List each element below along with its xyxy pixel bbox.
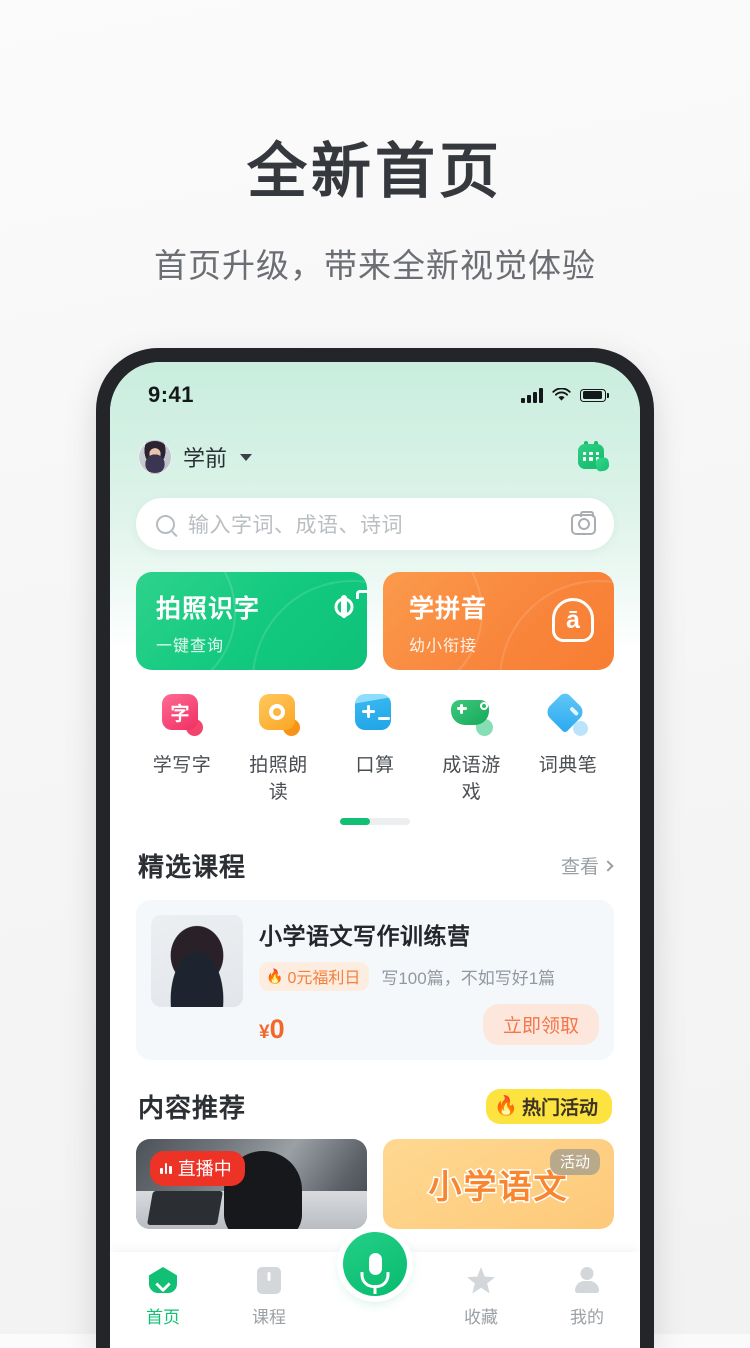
tab-label: 首页	[146, 1308, 180, 1327]
course-footer: ¥0 立即领取	[259, 1004, 599, 1045]
course-info: 小学语文写作训练营 🔥 0元福利日 写100篇，不如写好1篇 ¥0 立即领取	[259, 915, 599, 1045]
battery-icon	[580, 388, 609, 402]
gamepad-icon	[449, 694, 495, 740]
status-time: 9:41	[148, 382, 195, 407]
phone-mockup: 9:41 学前 输入字词、成语、诗词 拍照识字 一键查询 学拼音 幼小衔接 ā …	[96, 348, 654, 1348]
search-icon	[156, 514, 175, 534]
banner-learn-pinyin[interactable]: 学拼音 幼小衔接 ā	[383, 572, 614, 670]
course-description: 写100篇，不如写好1篇	[381, 969, 556, 988]
price-symbol: ¥	[259, 1022, 270, 1043]
quick-entry-label: 词典笔	[538, 755, 598, 776]
course-meta-row: 🔥 0元福利日 写100篇，不如写好1篇	[259, 962, 599, 991]
page-subtitle: 首页升级，带来全新视觉体验	[154, 247, 596, 284]
section-title: 内容推荐	[138, 1093, 247, 1123]
course-title: 小学语文写作训练营	[259, 923, 471, 949]
price-value: 0	[269, 1014, 285, 1044]
microphone-button[interactable]	[343, 1232, 407, 1296]
app-top-bar: 学前	[110, 418, 640, 474]
character-write-icon: 字	[159, 694, 205, 740]
section-title: 精选课程	[138, 852, 247, 882]
grade-label: 学前	[183, 446, 228, 471]
tab-courses[interactable]: 课程	[216, 1266, 322, 1328]
welfare-badge: 🔥 0元福利日	[259, 962, 370, 991]
quick-entry-label: 拍照朗读	[249, 755, 308, 803]
camera-icon	[341, 595, 347, 618]
status-icons	[521, 388, 609, 403]
photo-read-icon	[256, 694, 302, 740]
mental-math-icon	[352, 694, 398, 740]
content-card-activity[interactable]: 小学语文 活动	[383, 1139, 614, 1229]
microphone-icon	[368, 1253, 382, 1275]
quick-entry-pager[interactable]	[340, 818, 410, 825]
content-recommend-header: 内容推荐 🔥 热门活动	[138, 1088, 612, 1125]
quick-entry-photo-read[interactable]: 拍照朗读	[241, 694, 317, 804]
welfare-badge-label: 0元福利日	[287, 970, 361, 987]
content-card-live[interactable]: 直播中	[136, 1139, 367, 1229]
course-card[interactable]: 小学语文写作训练营 🔥 0元福利日 写100篇，不如写好1篇 ¥0 立即领取	[136, 900, 614, 1060]
quick-entry-label: 成语游戏	[442, 755, 501, 803]
quick-entry-label: 口算	[355, 755, 395, 776]
tab-favorites[interactable]: 收藏	[428, 1266, 534, 1328]
calendar-check-icon[interactable]	[576, 440, 610, 474]
wifi-icon	[552, 388, 571, 401]
live-badge-label: 直播中	[177, 1159, 232, 1179]
tab-label: 课程	[252, 1308, 286, 1327]
view-more-label: 查看	[560, 857, 599, 878]
claim-button[interactable]: 立即领取	[482, 1004, 599, 1045]
home-icon	[148, 1267, 178, 1297]
hot-activity-badge[interactable]: 🔥 热门活动	[486, 1089, 612, 1124]
person-icon	[572, 1267, 602, 1297]
view-more-link[interactable]: 查看	[560, 852, 614, 879]
content-card-row: 直播中 小学语文 活动	[136, 1139, 614, 1229]
star-icon	[466, 1267, 496, 1297]
tab-label: 我的	[570, 1308, 604, 1327]
avatar[interactable]	[138, 440, 172, 474]
tab-label: 收藏	[464, 1308, 498, 1327]
promo-header: 全新首页 首页升级，带来全新视觉体验	[0, 0, 750, 287]
dictionary-pen-icon	[543, 690, 591, 740]
pinyin-glyph: ā	[552, 598, 594, 642]
chevron-down-icon[interactable]	[240, 453, 253, 461]
quick-entry-row: 字 学写字 拍照朗读 口算 成语游戏 词典笔	[144, 690, 606, 804]
quick-entry-idiom-game[interactable]: 成语游戏	[434, 694, 510, 804]
page-title: 全新首页	[247, 138, 503, 205]
flame-icon: 🔥	[266, 968, 284, 984]
phone-frame: 9:41 学前 输入字词、成语、诗词 拍照识字 一键查询 学拼音 幼小衔接 ā …	[96, 348, 654, 1348]
tab-profile[interactable]: 我的	[534, 1266, 640, 1328]
course-thumbnail	[151, 915, 243, 1007]
featured-courses-header: 精选课程 查看	[138, 847, 614, 884]
banner-subtitle: 一键查询	[156, 638, 225, 655]
search-bar[interactable]: 输入字词、成语、诗词	[136, 498, 614, 550]
live-badge: 直播中	[150, 1151, 245, 1186]
activity-tag: 活动	[549, 1149, 600, 1175]
book-icon	[254, 1267, 284, 1297]
live-wave-icon	[160, 1162, 172, 1174]
search-input-placeholder[interactable]: 输入字词、成语、诗词	[188, 509, 571, 539]
activity-card-text: 小学语文	[427, 1167, 569, 1207]
quick-entry-math[interactable]: 口算	[337, 694, 413, 804]
flame-icon: 🔥	[494, 1096, 518, 1117]
chevron-right-icon	[602, 859, 614, 872]
quick-entry-dictionary-pen[interactable]: 词典笔	[530, 690, 606, 804]
profile-selector[interactable]: 学前	[138, 440, 253, 474]
banner-row: 拍照识字 一键查询 学拼音 幼小衔接 ā	[136, 572, 614, 670]
status-bar: 9:41	[110, 362, 640, 418]
camera-icon[interactable]	[571, 510, 596, 535]
pinyin-a-icon: ā	[552, 598, 594, 642]
quick-entry-write[interactable]: 字 学写字	[144, 694, 220, 804]
tab-home[interactable]: 首页	[110, 1266, 216, 1328]
cellular-signal-icon	[521, 388, 543, 403]
hot-activity-label: 热门活动	[521, 1098, 598, 1119]
phone-screen: 9:41 学前 输入字词、成语、诗词 拍照识字 一键查询 学拼音 幼小衔接 ā …	[110, 362, 640, 1348]
icon-glyph: 字	[170, 703, 190, 725]
banner-photo-recognize[interactable]: 拍照识字 一键查询	[136, 572, 367, 670]
quick-entry-label: 学写字	[152, 755, 212, 776]
course-price: ¥0	[259, 1014, 285, 1045]
